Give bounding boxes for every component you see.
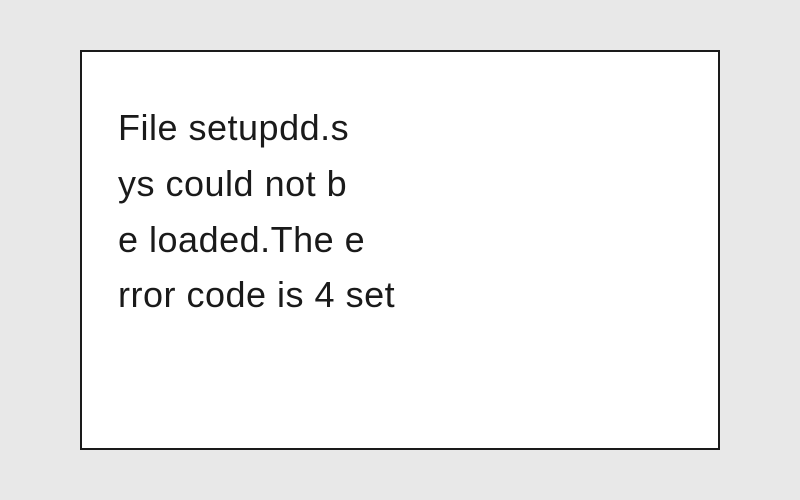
text-line-1: File setupdd.s (118, 100, 682, 156)
error-message: File setupdd.s ys could not b e loaded.T… (118, 100, 682, 323)
text-line-4: rror code is 4 set (118, 267, 682, 323)
text-line-3: e loaded.The e (118, 212, 682, 268)
text-line-2: ys could not b (118, 156, 682, 212)
error-card: File setupdd.s ys could not b e loaded.T… (80, 50, 720, 450)
